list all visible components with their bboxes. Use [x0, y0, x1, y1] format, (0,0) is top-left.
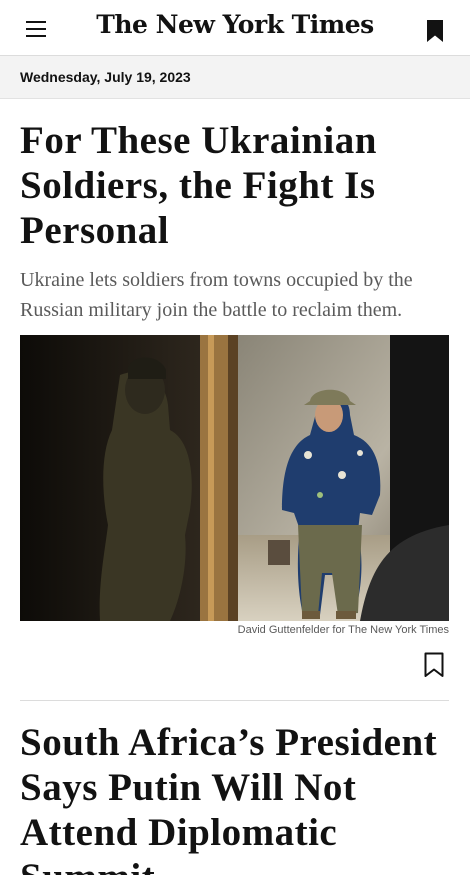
story-headline[interactable]: South Africa’s President Says Putin Will…	[20, 720, 460, 875]
top-navigation-bar: The New York Times	[0, 0, 470, 56]
story-divider	[20, 700, 449, 701]
current-date: Wednesday, July 19, 2023	[20, 69, 191, 85]
date-bar: Wednesday, July 19, 2023	[0, 56, 470, 99]
story-headline[interactable]: For These Ukrainian Soldiers, the Fight …	[20, 118, 460, 253]
story-photo[interactable]	[20, 335, 449, 621]
story-summary[interactable]: Ukraine lets soldiers from towns occupie…	[20, 265, 460, 325]
nyt-logo[interactable]: The New York Times	[0, 10, 470, 39]
bookmark-outline-icon[interactable]	[423, 652, 445, 678]
bookmark-filled-icon[interactable]	[425, 19, 445, 43]
photo-credit: David Guttenfelder for The New York Time…	[237, 624, 449, 636]
